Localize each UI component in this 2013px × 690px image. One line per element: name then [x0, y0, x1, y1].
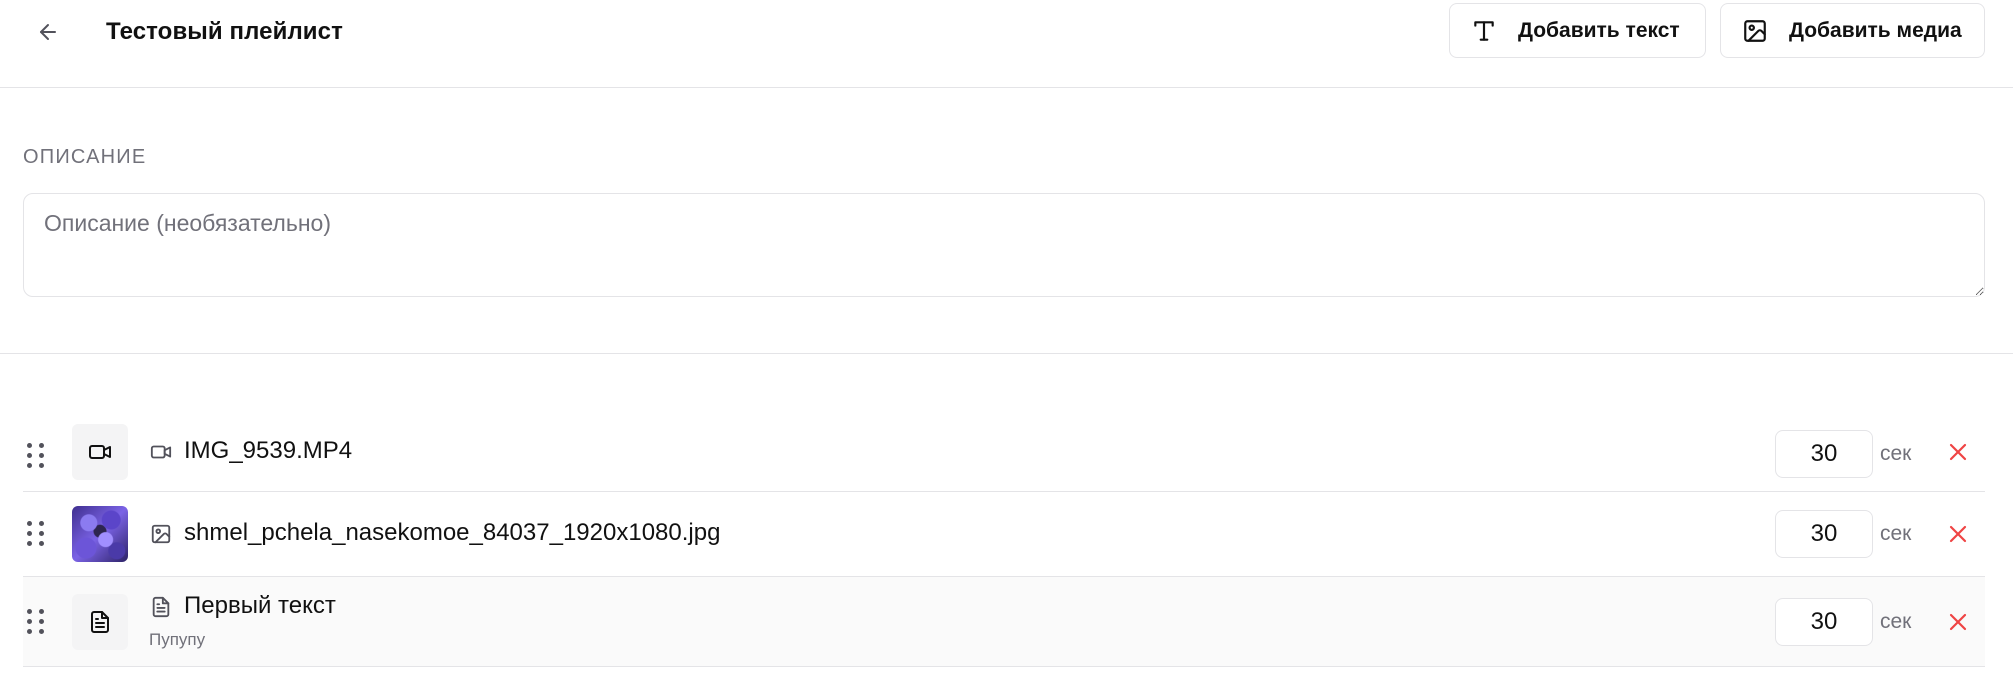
drag-handle-icon[interactable]: [27, 443, 47, 469]
image-thumbnail: [72, 506, 128, 562]
text-thumbnail: [72, 594, 128, 650]
drag-handle-icon[interactable]: [27, 609, 47, 635]
close-icon: [1949, 613, 1967, 631]
description-label: ОПИСАНИЕ: [23, 146, 147, 168]
image-icon: [1741, 17, 1769, 45]
document-icon: [91, 611, 109, 633]
add-media-button[interactable]: Добавить медиа: [1720, 3, 1985, 58]
text-type-icon: [1470, 17, 1498, 45]
back-button[interactable]: [30, 14, 66, 50]
item-name: shmel_pchela_nasekomoe_84037_1920x1080.j…: [184, 519, 721, 546]
page-title: Тестовый плейлист: [106, 18, 343, 45]
delete-button[interactable]: [1944, 520, 1972, 548]
duration-unit: сек: [1880, 610, 1912, 633]
drag-handle-icon[interactable]: [27, 521, 47, 547]
duration-input[interactable]: [1775, 430, 1873, 478]
image-icon: [149, 522, 173, 546]
list-item: shmel_pchela_nasekomoe_84037_1920x1080.j…: [23, 492, 1985, 577]
close-icon: [1949, 443, 1967, 461]
document-icon: [149, 595, 173, 619]
video-icon: [89, 445, 111, 459]
top-bar: Тестовый плейлист Добавить текст Добавит…: [0, 0, 2013, 88]
description-section: ОПИСАНИЕ: [0, 88, 2013, 354]
item-subtitle: Пупупу: [149, 630, 206, 649]
duration-input[interactable]: [1775, 510, 1873, 558]
duration-input[interactable]: [1775, 598, 1873, 646]
duration-unit: сек: [1880, 442, 1912, 465]
video-icon: [149, 440, 173, 464]
item-name: Первый текст: [184, 592, 336, 619]
description-field[interactable]: [23, 193, 1985, 297]
delete-button[interactable]: [1944, 608, 1972, 636]
playlist-items: IMG_9539.MP4 сек shmel_pchela_nasekomoe_…: [23, 420, 1985, 667]
video-thumbnail: [72, 424, 128, 480]
add-text-button[interactable]: Добавить текст: [1449, 3, 1706, 58]
item-name: IMG_9539.MP4: [184, 437, 353, 464]
close-icon: [1949, 525, 1967, 543]
list-item: Первый текст Пупупу сек: [23, 577, 1985, 667]
arrow-left-icon: [40, 24, 56, 40]
add-media-label: Добавить медиа: [1789, 18, 1962, 42]
add-text-label: Добавить текст: [1518, 18, 1680, 42]
list-item: IMG_9539.MP4 сек: [23, 420, 1985, 492]
duration-unit: сек: [1880, 522, 1912, 545]
delete-button[interactable]: [1944, 438, 1972, 466]
